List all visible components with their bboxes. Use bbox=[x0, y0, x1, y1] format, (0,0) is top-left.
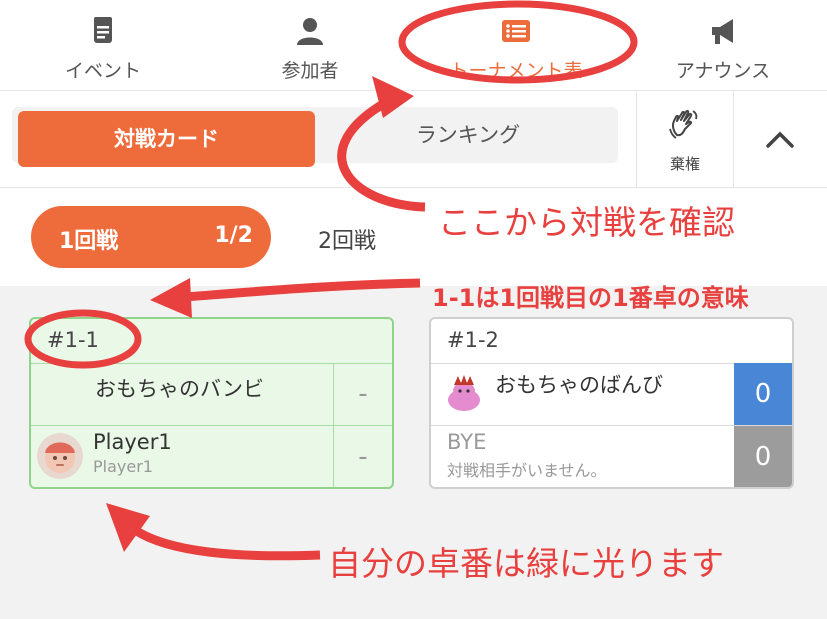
player-score: 0 bbox=[734, 426, 792, 487]
annotation-green: 自分の卓番は緑に光ります bbox=[328, 544, 724, 583]
player-score: - bbox=[333, 363, 392, 425]
nav-item-participants[interactable]: 参加者 bbox=[207, 0, 413, 90]
avatar bbox=[441, 371, 487, 417]
forfeit-button[interactable]: 棄権 bbox=[636, 91, 734, 187]
player-sub: Player1 bbox=[93, 457, 153, 476]
round-tab-2[interactable]: 2回戦 bbox=[318, 223, 376, 255]
match-header: #1-2 bbox=[431, 319, 792, 364]
match-id: #1-2 bbox=[447, 328, 499, 352]
player-score: 0 bbox=[734, 363, 792, 425]
chevron-up-icon bbox=[766, 131, 794, 148]
player-score: - bbox=[333, 426, 392, 487]
nav-item-label: アナウンス bbox=[675, 60, 771, 82]
forfeit-label: 棄権 bbox=[669, 155, 700, 173]
match-id: #1-1 bbox=[47, 328, 99, 352]
top-navigation: イベント 参加者 トーナメント表 アナウンス bbox=[0, 0, 827, 91]
player-name: おもちゃのバンビ bbox=[95, 377, 265, 401]
ranking-tab[interactable]: ランキング bbox=[318, 107, 618, 163]
collapse-button[interactable] bbox=[733, 91, 827, 187]
player-row: おもちゃのばんび 0 bbox=[431, 363, 792, 426]
megaphone-icon bbox=[712, 19, 733, 44]
player-name: BYE bbox=[447, 430, 487, 454]
view-switcher: 対戦カード ランキング bbox=[12, 107, 618, 167]
match-card[interactable]: #1-2 おもちゃのばんび 0 BYE 対戦相手がいません。 0 bbox=[429, 317, 794, 489]
annotation-meaning: 1-1は1回戦目の1番卓の意味 bbox=[432, 284, 749, 312]
player-name: おもちゃのばんび bbox=[495, 373, 663, 397]
nav-item-tournament[interactable]: トーナメント表 bbox=[413, 0, 619, 90]
player-name: Player1 bbox=[93, 430, 172, 454]
player-sub: 対戦相手がいません。 bbox=[447, 461, 607, 480]
player-row: おもちゃのバンビ - bbox=[31, 363, 392, 426]
nav-item-label: トーナメント表 bbox=[449, 60, 583, 82]
waving-hand-icon bbox=[669, 109, 698, 139]
round-tab-1[interactable]: 1回戦 1/2 bbox=[31, 206, 271, 268]
person-icon bbox=[297, 18, 323, 45]
match-card-tab[interactable]: 対戦カード bbox=[18, 111, 315, 167]
round-label: 1回戦 bbox=[59, 229, 119, 254]
bracket-list-icon bbox=[502, 20, 530, 42]
nav-item-event[interactable]: イベント bbox=[0, 0, 206, 90]
match-header: #1-1 bbox=[31, 319, 392, 364]
document-icon bbox=[94, 17, 112, 43]
match-card[interactable]: #1-1 おもちゃのバンビ - Player1 Player1 - bbox=[29, 317, 394, 489]
round-page: 1/2 bbox=[214, 223, 253, 248]
nav-item-label: 参加者 bbox=[281, 60, 339, 82]
toolbar: 対戦カード ランキング 棄権 bbox=[0, 91, 827, 188]
avatar bbox=[37, 433, 83, 479]
nav-item-announce[interactable]: アナウンス bbox=[620, 0, 826, 90]
annotation-confirm: ここから対戦を確認 bbox=[438, 203, 735, 242]
nav-item-label: イベント bbox=[64, 60, 141, 82]
player-row: Player1 Player1 - bbox=[31, 426, 392, 487]
player-row: BYE 対戦相手がいません。 0 bbox=[431, 426, 792, 487]
